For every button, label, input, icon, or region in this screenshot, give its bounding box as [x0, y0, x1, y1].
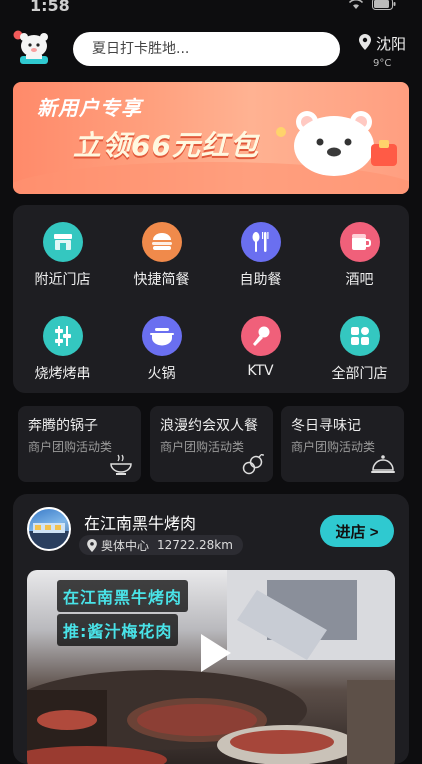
category-label: 烧烤烤串: [34, 366, 91, 382]
store-card[interactable]: 在江南黑牛烤肉 奥体中心 12722.28km 进店 > 在江南黑牛烤肉 推:酱…: [13, 494, 409, 764]
promo-banner[interactable]: 新用户专享 立领66元红包: [13, 82, 409, 194]
deal-subtitle: 商户团购活动类: [160, 440, 245, 454]
deal-card[interactable]: 浪漫约会双人餐 商户团购活动类: [150, 406, 273, 482]
hotpot-icon: [142, 316, 182, 356]
video-tag-store: 在江南黑牛烤肉: [57, 580, 189, 612]
banner-headline: 立领66元红包: [73, 129, 259, 162]
store-name: 在江南黑牛烤肉: [84, 514, 197, 533]
category-all-stores[interactable]: 全部门店: [310, 299, 409, 385]
bear-mascot-icon: [276, 111, 397, 176]
category-quick-meals[interactable]: 快捷简餐: [112, 205, 211, 291]
cloche-icon: [371, 455, 395, 473]
search-bar[interactable]: [73, 32, 340, 66]
grid-icon: [340, 316, 380, 356]
category-label: KTV: [247, 363, 274, 379]
fork-knife-icon: [241, 222, 281, 262]
couple-icon: [242, 454, 264, 475]
category-buffet[interactable]: 自助餐: [211, 205, 310, 291]
enter-store-button[interactable]: 进店 >: [320, 515, 394, 547]
location-pin-icon: [359, 34, 371, 50]
skewer-icon: [43, 316, 83, 356]
microphone-icon: [241, 316, 281, 356]
location-pin-icon: [87, 538, 97, 552]
category-panel: 附近门店 快捷简餐 自助餐 酒吧 烧烤烤串 火锅 KTV 全部门店: [13, 205, 409, 393]
category-bbq[interactable]: 烧烤烤串: [13, 299, 112, 385]
category-label: 附近门店: [34, 272, 91, 288]
mascot-logo-icon[interactable]: [12, 28, 54, 66]
category-label: 火锅: [147, 366, 176, 382]
banner-title: 新用户专享: [37, 96, 142, 120]
video-tag-dish: 推:酱汁梅花肉: [57, 614, 179, 646]
store-location: 奥体中心 12722.28km: [79, 535, 243, 555]
deal-card[interactable]: 冬日寻味记 商户团购活动类: [281, 406, 404, 482]
bowl-icon: [110, 454, 132, 475]
category-label: 全部门店: [331, 366, 388, 382]
top-bar: 沈阳 9°C: [0, 26, 422, 72]
store-distance: 12722.28km: [157, 538, 233, 552]
category-label: 自助餐: [239, 272, 282, 288]
category-ktv[interactable]: KTV: [211, 299, 310, 385]
play-icon[interactable]: [197, 632, 233, 674]
status-icons: [348, 0, 396, 13]
burger-icon: [142, 222, 182, 262]
cocktail-icon: [340, 222, 380, 262]
status-time: 1:58: [30, 0, 70, 15]
deal-title: 奔腾的锅子: [28, 418, 98, 434]
deal-card[interactable]: 奔腾的锅子 商户团购活动类: [18, 406, 141, 482]
location-city: 沈阳: [376, 35, 407, 53]
search-input[interactable]: [90, 40, 324, 58]
deal-title: 冬日寻味记: [291, 418, 361, 434]
deal-subtitle: 商户团购活动类: [28, 440, 113, 454]
category-hotpot[interactable]: 火锅: [112, 299, 211, 385]
deal-title: 浪漫约会双人餐: [160, 418, 258, 434]
wifi-icon: [349, 0, 364, 9]
location-temperature: 9°C: [373, 58, 392, 69]
category-label: 酒吧: [345, 272, 374, 288]
category-label: 快捷简餐: [133, 272, 190, 288]
location-selector[interactable]: 沈阳 9°C: [356, 32, 416, 72]
category-nearby-stores[interactable]: 附近门店: [13, 205, 112, 291]
battery-icon: [372, 0, 396, 10]
store-icon: [43, 222, 83, 262]
store-avatar[interactable]: [27, 507, 71, 551]
category-bar[interactable]: 酒吧: [310, 205, 409, 291]
store-area: 奥体中心: [101, 538, 150, 553]
deal-subtitle: 商户团购活动类: [291, 440, 376, 454]
store-video[interactable]: 在江南黑牛烤肉 推:酱汁梅花肉: [27, 570, 395, 764]
